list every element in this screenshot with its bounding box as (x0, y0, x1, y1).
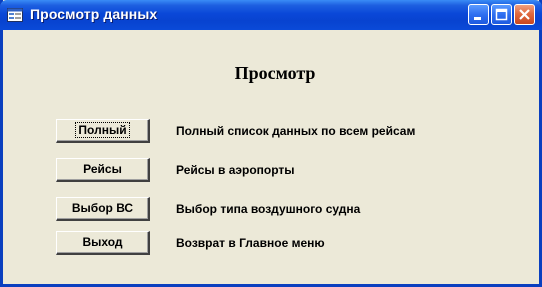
form-icon (7, 8, 23, 22)
full-list-button-label: Полный (75, 122, 130, 138)
minimize-button[interactable] (468, 4, 489, 25)
form-body: Просмотр Полный Полный список данных по … (3, 30, 539, 284)
exit-description: Возврат в Главное меню (176, 236, 325, 250)
exit-button-label: Выход (82, 235, 123, 249)
aircraft-select-button-label: Выбор ВС (71, 201, 134, 215)
form-window: Просмотр данных Просмотр Полный Полный с… (0, 0, 542, 287)
flights-button-label: Рейсы (83, 162, 122, 176)
full-list-description: Полный список данных по всем рейсам (176, 124, 416, 138)
minimize-icon (474, 17, 481, 20)
exit-button[interactable]: Выход (56, 231, 150, 255)
maximize-icon (495, 8, 508, 21)
title-bar[interactable]: Просмотр данных (0, 0, 542, 30)
aircraft-select-description: Выбор типа воздушного судна (176, 202, 361, 216)
full-list-button[interactable]: Полный (56, 119, 150, 143)
flights-description: Рейсы в аэропорты (176, 163, 295, 177)
form-heading: Просмотр (234, 63, 316, 83)
aircraft-select-button[interactable]: Выбор ВС (56, 197, 150, 221)
window-title: Просмотр данных (30, 6, 158, 22)
flights-button[interactable]: Рейсы (56, 158, 150, 182)
close-button[interactable] (514, 4, 535, 25)
close-icon (519, 9, 530, 20)
maximize-button[interactable] (491, 4, 512, 25)
